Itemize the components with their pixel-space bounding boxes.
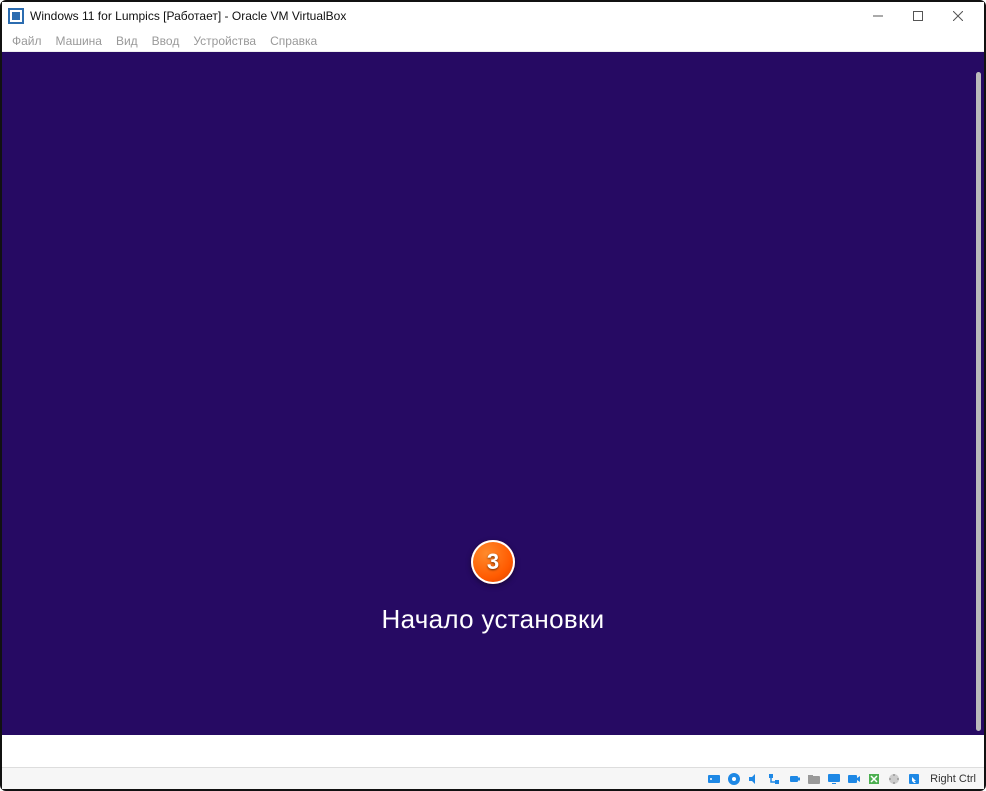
shared-folders-icon[interactable]: [806, 771, 822, 787]
minimize-button[interactable]: [858, 2, 898, 30]
scrollbar-vertical[interactable]: [976, 72, 981, 731]
install-status-text: Начало установки: [382, 604, 605, 635]
vm-display[interactable]: 3 Начало установки: [2, 52, 984, 735]
audio-icon[interactable]: [746, 771, 762, 787]
recording-icon[interactable]: [846, 771, 862, 787]
menu-input[interactable]: Ввод: [152, 34, 180, 48]
statusbar: Right Ctrl: [2, 767, 984, 789]
bottom-gap: [2, 737, 984, 767]
menu-file[interactable]: Файл: [12, 34, 42, 48]
host-key-label: Right Ctrl: [928, 773, 976, 785]
step-badge: 3: [471, 540, 515, 584]
virtualbox-window: Windows 11 for Lumpics [Работает] - Orac…: [2, 2, 984, 789]
guest-additions-icon[interactable]: [866, 771, 882, 787]
window-title: Windows 11 for Lumpics [Работает] - Orac…: [30, 9, 858, 23]
maximize-button[interactable]: [898, 2, 938, 30]
mouse-integration-icon[interactable]: [906, 771, 922, 787]
virtualbox-app-icon: [8, 8, 24, 24]
processor-icon[interactable]: [886, 771, 902, 787]
hard-disk-icon[interactable]: [706, 771, 722, 787]
vm-content: 3 Начало установки: [2, 52, 984, 735]
usb-icon[interactable]: [786, 771, 802, 787]
titlebar: Windows 11 for Lumpics [Работает] - Orac…: [2, 2, 984, 30]
menu-help[interactable]: Справка: [270, 34, 317, 48]
menubar: Файл Машина Вид Ввод Устройства Справка: [2, 30, 984, 52]
display-icon[interactable]: [826, 771, 842, 787]
optical-disc-icon[interactable]: [726, 771, 742, 787]
menu-machine[interactable]: Машина: [56, 34, 102, 48]
menu-devices[interactable]: Устройства: [193, 34, 256, 48]
step-number: 3: [487, 549, 499, 575]
network-icon[interactable]: [766, 771, 782, 787]
menu-view[interactable]: Вид: [116, 34, 138, 48]
close-button[interactable]: [938, 2, 978, 30]
